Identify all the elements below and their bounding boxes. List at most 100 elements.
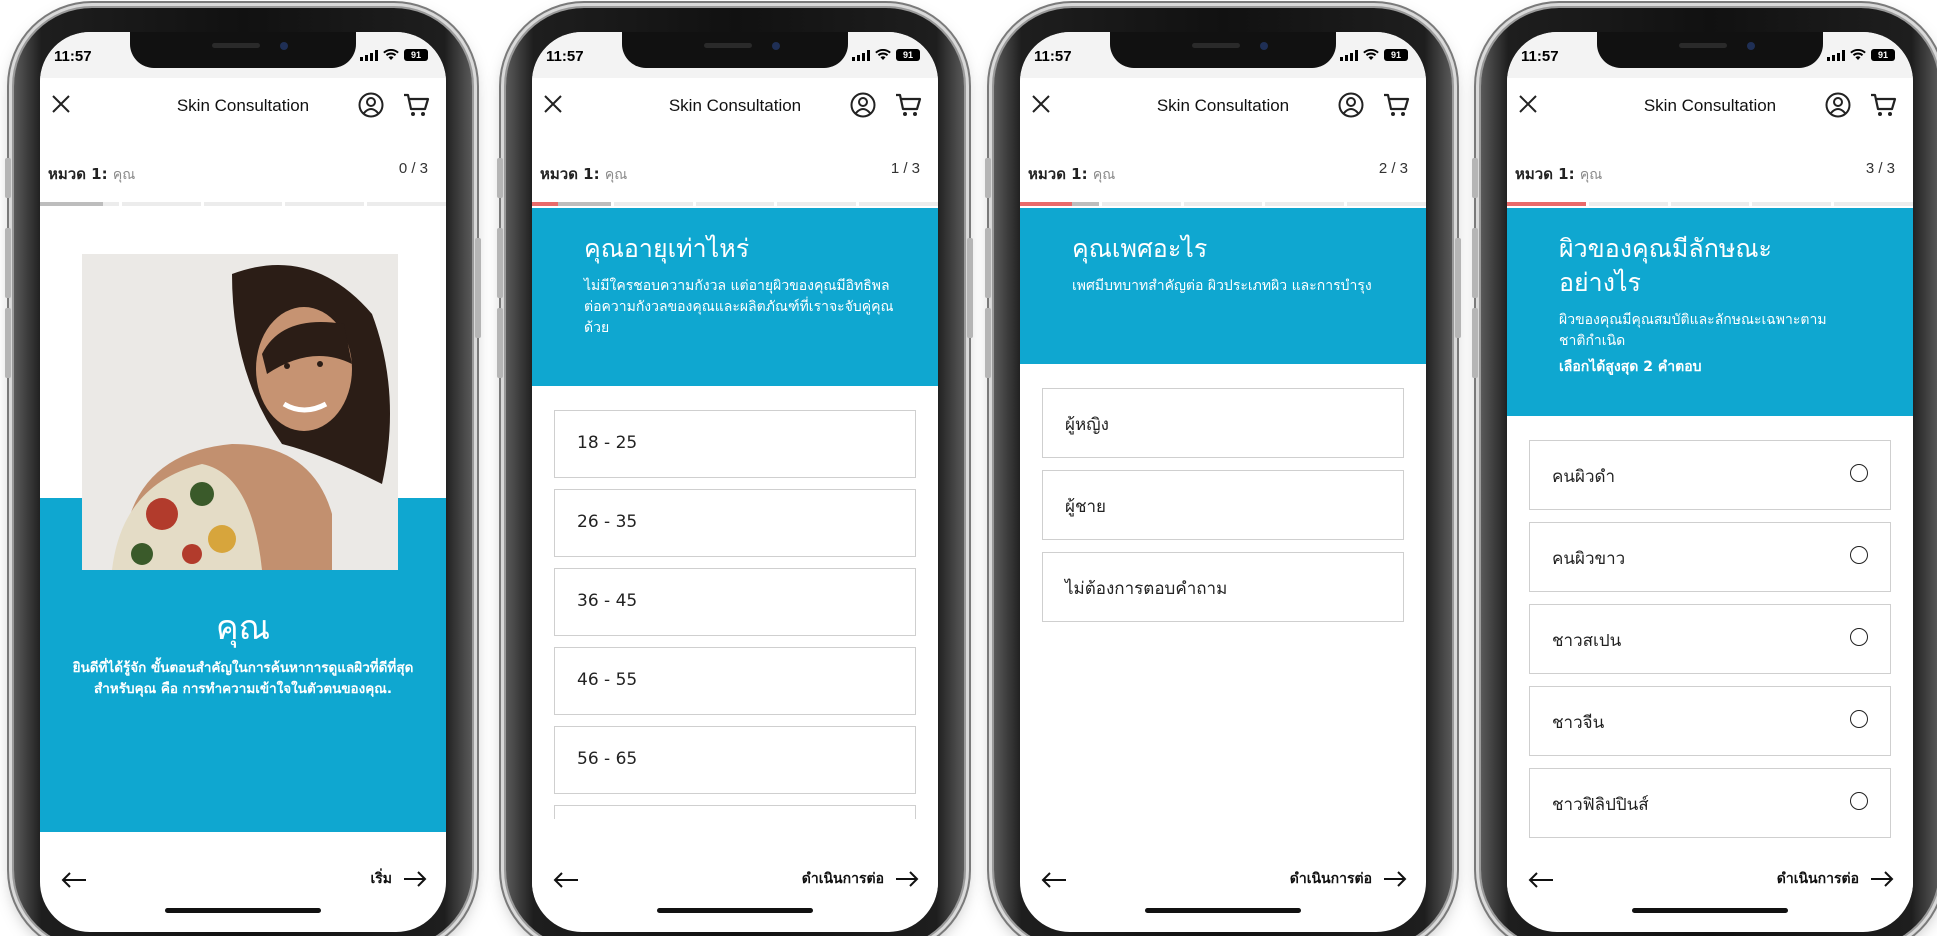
wifi-icon [1850, 49, 1866, 60]
forward-arrow-icon [1384, 871, 1407, 887]
option-label: 56 - 65 [577, 749, 638, 769]
notch [1110, 32, 1336, 68]
section-label: หมวด 1: [1028, 165, 1088, 183]
option-label: ไม่ต้องการตอบคำถาม [1065, 579, 1228, 599]
gender-option[interactable]: ไม่ต้องการตอบคำถาม [1042, 552, 1404, 622]
cart-icon[interactable] [894, 91, 922, 119]
gender-question-screen: 11:57 91 Skin Consultation หมวด 1: คุณ 2… [1020, 32, 1426, 932]
option-label: คนผิวขาว [1552, 549, 1626, 569]
section-label: หมวด 1: [1515, 165, 1575, 183]
account-icon[interactable] [1825, 92, 1851, 118]
option-label: ชาวฟิลิปปินส์ [1552, 795, 1649, 815]
cart-icon[interactable] [1382, 91, 1410, 119]
start-button[interactable]: เริ่ม [370, 868, 428, 890]
forward-arrow-icon [1871, 871, 1894, 887]
continue-button[interactable]: ดำเนินการต่อ [1290, 868, 1408, 890]
phone-frame-2: 11:57 91 Skin Consultation หมวด 1: คุณ 1… [497, 8, 973, 936]
age-option[interactable]: 56 - 65 [554, 726, 916, 794]
option-label: คนผิวดำ [1552, 467, 1616, 487]
next-label: ดำเนินการต่อ [801, 871, 884, 887]
radio-button[interactable] [1850, 464, 1868, 482]
wifi-icon [383, 49, 399, 60]
bottom-nav: ดำเนินการต่อ [532, 864, 938, 904]
bottom-nav: เริ่ม [40, 864, 446, 904]
option-label: 46 - 55 [577, 670, 638, 690]
age-option[interactable]: 36 - 45 [554, 568, 916, 636]
phone-frame-4: 11:57 91 Skin Consultation หมวด 1: คุณ 3… [1472, 8, 1937, 936]
home-indicator [1145, 908, 1301, 913]
option-label: ผู้หญิง [1065, 415, 1109, 435]
step-counter: 0 / 3 [398, 160, 428, 177]
app-title: Skin Consultation [176, 96, 310, 115]
intro-title: คุณ [215, 608, 271, 648]
portrait-photo [82, 254, 398, 570]
section-header: หมวด 1: คุณ 0 / 3 [48, 160, 438, 184]
section-header: หมวด 1: คุณ 3 / 3 [1515, 160, 1905, 184]
ethnicity-option[interactable]: คนผิวขาว [1529, 522, 1891, 592]
wifi-icon [1363, 49, 1379, 60]
app-header: Skin Consultation [1507, 78, 1913, 132]
intro-description: ยินดีที่ได้รู้จัก ขั้นตอนสำคัญในการค้นหา… [72, 660, 414, 697]
continue-button[interactable]: ดำเนินการต่อ [1777, 868, 1895, 890]
age-question-screen: 11:57 91 Skin Consultation หมวด 1: คุณ 1… [532, 32, 938, 932]
radio-button[interactable] [1850, 710, 1868, 728]
option-label: ผู้ชาย [1065, 497, 1107, 517]
radio-button[interactable] [1850, 628, 1868, 646]
signal-icon [852, 49, 870, 61]
status-time: 11:57 [1034, 48, 1072, 65]
account-icon[interactable] [1338, 92, 1364, 118]
home-indicator [165, 908, 321, 913]
intro-screen: 11:57 91 Skin Consultation หมวด 1: คุณ 0… [40, 32, 446, 932]
notch [622, 32, 848, 68]
notch [1597, 32, 1823, 68]
gender-option[interactable]: ผู้ชาย [1042, 470, 1404, 540]
question-banner: ผิวของคุณมีลักษณะอย่างไร ผิวของคุณมีคุณส… [1507, 208, 1913, 416]
app-header: Skin Consultation [532, 78, 938, 132]
phone-frame-1: 11:57 91 Skin Consultation หมวด 1: คุณ 0… [5, 8, 481, 936]
skin-question-screen: 11:57 91 Skin Consultation หมวด 1: คุณ 3… [1507, 32, 1913, 932]
continue-button[interactable]: ดำเนินการต่อ [802, 868, 920, 890]
step-counter: 3 / 3 [1865, 160, 1895, 177]
home-indicator [657, 908, 813, 913]
radio-button[interactable] [1850, 546, 1868, 564]
bottom-nav: ดำเนินการต่อ [1507, 856, 1913, 904]
cart-icon[interactable] [1869, 91, 1897, 119]
ethnicity-option[interactable]: ชาวฟิลิปปินส์ [1529, 768, 1891, 838]
forward-arrow-icon [896, 871, 919, 887]
age-option[interactable]: 26 - 35 [554, 489, 916, 557]
gender-option[interactable]: ผู้หญิง [1042, 388, 1404, 458]
status-time: 11:57 [1521, 48, 1559, 65]
phone-frame-3: 11:57 91 Skin Consultation หมวด 1: คุณ 2… [985, 8, 1461, 936]
app-header: Skin Consultation [40, 78, 446, 132]
ethnicity-option[interactable]: ชาวสเปน [1529, 604, 1891, 674]
step-counter: 2 / 3 [1378, 160, 1408, 177]
option-label: ชาวจีน [1552, 713, 1605, 733]
status-time: 11:57 [546, 48, 584, 65]
account-icon[interactable] [358, 92, 384, 118]
age-option-partial[interactable] [554, 805, 916, 819]
back-arrow-icon[interactable] [1040, 870, 1068, 890]
back-arrow-icon[interactable] [1527, 870, 1555, 890]
next-label: เริ่ม [370, 871, 392, 887]
ethnicity-option[interactable]: ชาวจีน [1529, 686, 1891, 756]
app-header: Skin Consultation [1020, 78, 1426, 132]
question-description: ไม่มีใครชอบความกังวล แต่อายุผิวของคุณมีอ… [584, 278, 894, 336]
section-header: หมวด 1: คุณ 1 / 3 [540, 160, 930, 184]
app-title: Skin Consultation [1643, 96, 1777, 115]
age-option[interactable]: 18 - 25 [554, 410, 916, 478]
back-arrow-icon[interactable] [60, 870, 88, 890]
account-icon[interactable] [850, 92, 876, 118]
option-label: 18 - 25 [577, 433, 638, 453]
section-name: คุณ [1092, 167, 1116, 183]
step-counter: 1 / 3 [890, 160, 920, 177]
radio-button[interactable] [1850, 792, 1868, 810]
cart-icon[interactable] [402, 91, 430, 119]
ethnicity-option[interactable]: คนผิวดำ [1529, 440, 1891, 510]
option-label: ชาวสเปน [1552, 631, 1622, 651]
back-arrow-icon[interactable] [552, 870, 580, 890]
battery-icon: 91 [404, 49, 428, 61]
next-label: ดำเนินการต่อ [1776, 871, 1859, 887]
battery-icon: 91 [1871, 49, 1895, 61]
app-title: Skin Consultation [668, 96, 802, 115]
age-option[interactable]: 46 - 55 [554, 647, 916, 715]
